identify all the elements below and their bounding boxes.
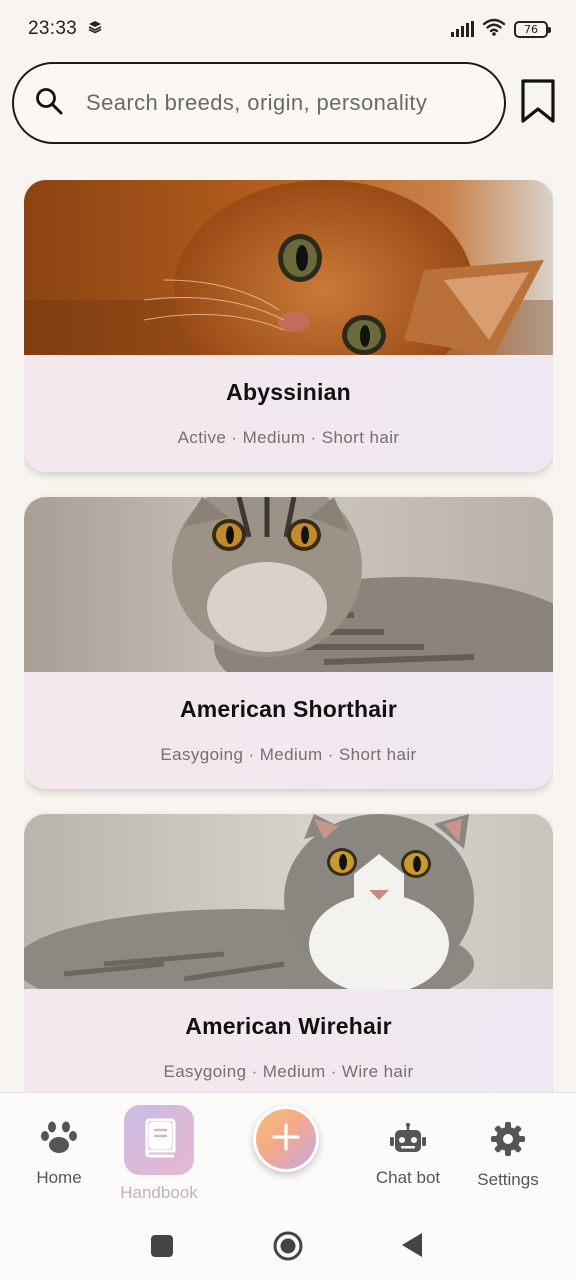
square-icon[interactable] — [150, 1234, 174, 1263]
bookmark-icon — [520, 78, 556, 129]
battery-icon: 76 — [514, 20, 551, 38]
breed-card[interactable]: American Shorthair Easygoing · Medium · … — [24, 497, 553, 789]
handbook-tile — [124, 1105, 194, 1175]
search-row — [12, 62, 564, 144]
wifi-icon — [482, 18, 506, 41]
breed-tags: Easygoing · Medium · Short hair — [160, 745, 417, 764]
nav-label-settings: Settings — [477, 1170, 539, 1189]
breed-tags: Active · Medium · Short hair — [177, 428, 400, 447]
breed-name: Abyssinian — [226, 379, 351, 405]
search-icon[interactable] — [34, 86, 64, 121]
layers-icon — [87, 19, 103, 40]
breed-photo — [24, 497, 553, 672]
breed-info: American Shorthair Easygoing · Medium · … — [24, 672, 553, 789]
breed-list[interactable]: Abyssinian Active · Medium · Short hair — [24, 180, 553, 1092]
robot-icon — [389, 1122, 427, 1160]
breed-info: Abyssinian Active · Medium · Short hair — [24, 355, 553, 472]
nav-chat-bot[interactable]: Chat bot — [370, 1122, 446, 1188]
system-nav — [0, 1210, 576, 1280]
nav-label-handbook: Handbook — [120, 1183, 198, 1202]
nav-label-home: Home — [36, 1168, 82, 1187]
breed-card[interactable]: Abyssinian Active · Medium · Short hair — [24, 180, 553, 472]
breed-photo — [24, 180, 553, 355]
breed-name: American Wirehair — [185, 1013, 392, 1039]
breed-card[interactable]: American Wirehair Easygoing · Medium · W… — [24, 814, 553, 1092]
search-input[interactable] — [86, 90, 484, 116]
nav-label-chat-bot: Chat bot — [375, 1168, 441, 1187]
back-triangle-icon[interactable] — [400, 1232, 424, 1263]
fab-inner — [256, 1109, 316, 1169]
nav-home[interactable]: Home — [30, 1121, 88, 1188]
paw-icon — [40, 1121, 78, 1160]
add-button[interactable] — [253, 1106, 319, 1172]
plus-icon — [271, 1122, 301, 1157]
search-box[interactable] — [12, 62, 506, 144]
home-circle-icon[interactable] — [272, 1230, 304, 1267]
gear-icon — [490, 1121, 526, 1162]
nav-settings[interactable]: Settings — [470, 1121, 546, 1190]
status-time: 23:33 — [28, 18, 78, 39]
breed-info: American Wirehair Easygoing · Medium · W… — [24, 989, 553, 1092]
nav-handbook[interactable]: Handbook — [118, 1105, 200, 1203]
signal-icon — [451, 21, 474, 37]
book-icon — [141, 1118, 177, 1163]
battery-level: 76 — [524, 22, 538, 36]
breed-photo — [24, 814, 553, 989]
breed-name: American Shorthair — [179, 696, 398, 722]
bookmark-button[interactable] — [518, 78, 558, 128]
breed-tags: Easygoing · Medium · Wire hair — [163, 1062, 414, 1081]
status-bar: 23:33 76 — [0, 0, 576, 58]
